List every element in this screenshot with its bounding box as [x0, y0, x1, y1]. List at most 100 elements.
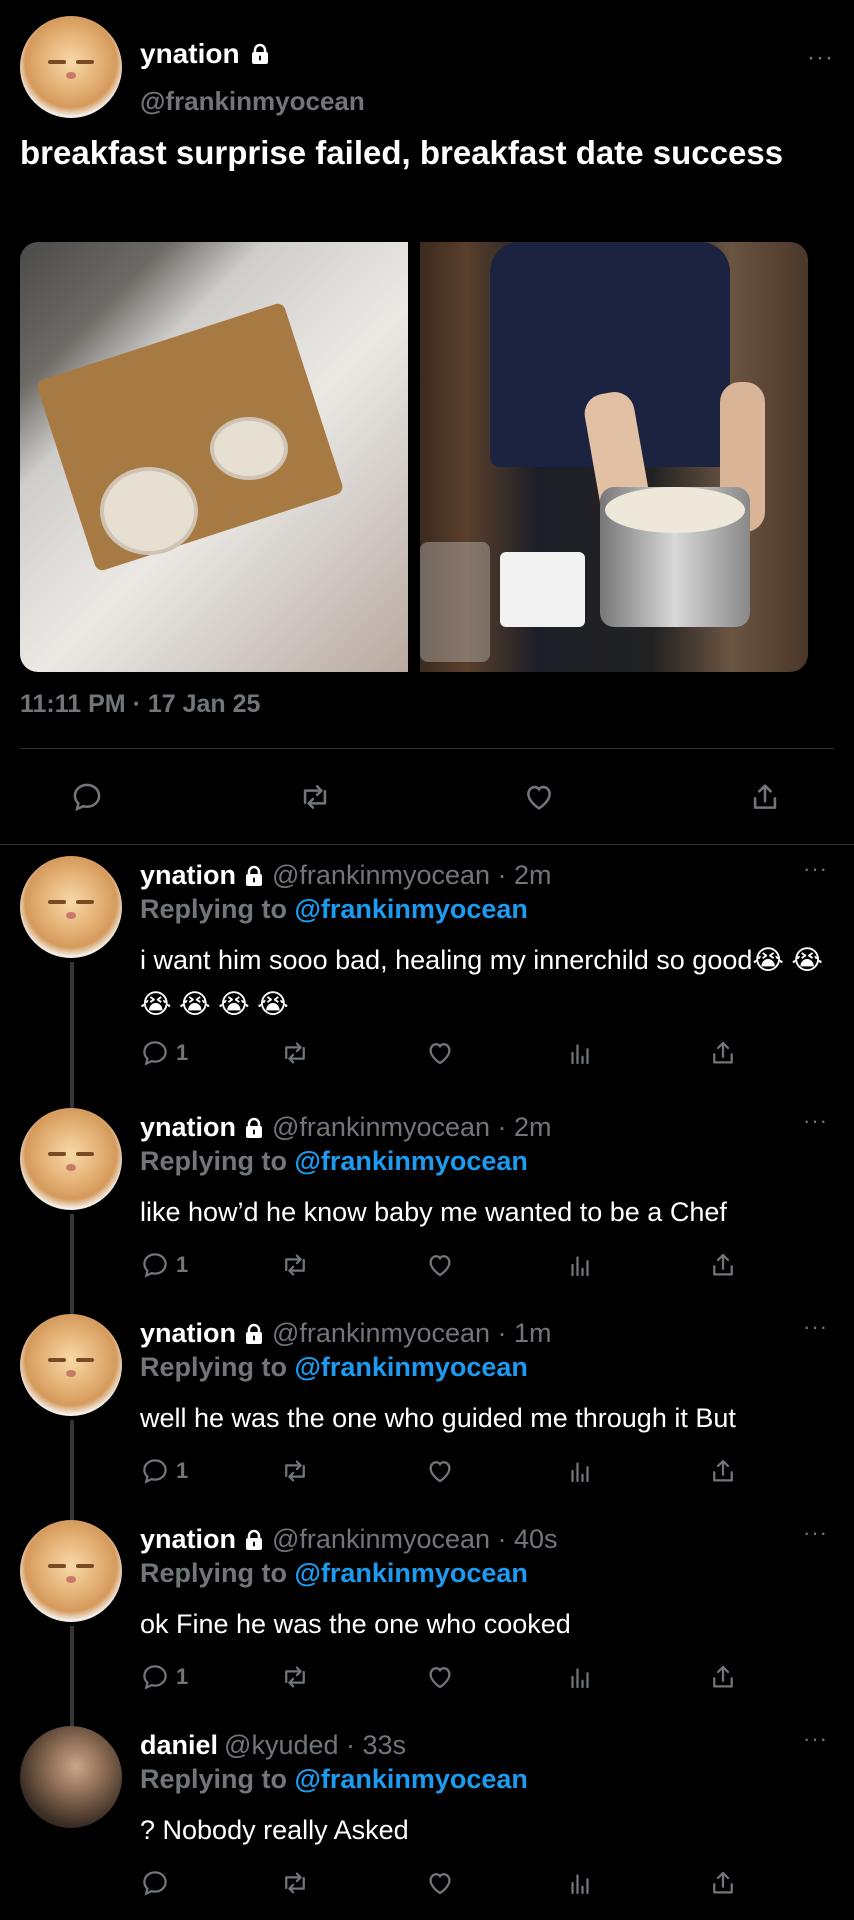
cooking-pot-photo[interactable]	[420, 242, 808, 672]
like-button[interactable]	[425, 1868, 455, 1898]
author-name[interactable]: ynation	[140, 860, 236, 891]
retweet-button[interactable]	[280, 1038, 310, 1068]
like-button[interactable]	[522, 780, 556, 814]
tweet-media[interactable]	[20, 242, 808, 672]
heart-icon	[425, 1662, 455, 1692]
reply-actions: 1	[140, 1250, 840, 1290]
like-button[interactable]	[425, 1038, 455, 1068]
replying-to-label: Replying to	[140, 1146, 287, 1176]
heart-icon	[522, 780, 556, 814]
avatar[interactable]	[20, 1314, 122, 1416]
author-name[interactable]: ynation	[140, 1524, 236, 1555]
reply-header: ynation @frankinmyocean · 40s	[140, 1524, 558, 1555]
retweet-button[interactable]	[280, 1250, 310, 1280]
author-handle[interactable]: @frankinmyocean	[140, 86, 365, 117]
share-button[interactable]	[708, 1662, 738, 1692]
speech-bubble-icon	[140, 1250, 170, 1280]
views-button[interactable]	[565, 1662, 595, 1692]
retweet-icon	[298, 780, 332, 814]
author-handle-time[interactable]: @frankinmyocean · 40s	[272, 1524, 558, 1555]
avatar[interactable]	[20, 856, 122, 958]
reply-text: like how’d he know baby me wanted to be …	[140, 1197, 727, 1227]
more-options-icon[interactable]: ···	[803, 1520, 828, 1546]
more-options-icon[interactable]: ···	[803, 1108, 828, 1134]
author-handle-time[interactable]: @frankinmyocean · 2m	[272, 1112, 552, 1143]
views-button[interactable]	[565, 1038, 595, 1068]
breakfast-tray-photo[interactable]	[20, 242, 408, 672]
replying-to-link[interactable]: @frankinmyocean	[295, 1146, 528, 1176]
reply-tweet[interactable]: ynation @frankinmyocean · 1m ··· Replyin…	[0, 1314, 854, 1520]
reply-button[interactable]	[140, 1868, 176, 1898]
more-options-icon[interactable]: ···	[803, 1314, 828, 1340]
speech-bubble-icon	[70, 780, 104, 814]
author-name[interactable]: daniel	[140, 1730, 218, 1761]
replying-to-link[interactable]: @frankinmyocean	[295, 1558, 528, 1588]
retweet-button[interactable]	[280, 1662, 310, 1692]
share-button[interactable]	[748, 780, 782, 814]
avatar[interactable]	[20, 1520, 122, 1622]
views-button[interactable]	[565, 1868, 595, 1898]
replying-to-link[interactable]: @frankinmyocean	[295, 1764, 528, 1794]
lock-icon	[242, 1322, 266, 1346]
speech-bubble-icon	[140, 1038, 170, 1068]
author-name[interactable]: ynation	[140, 1112, 236, 1143]
divider	[20, 748, 834, 749]
tweet-timestamp[interactable]: 11:11 PM · 17 Jan 25	[20, 690, 260, 719]
retweet-button[interactable]	[280, 1868, 310, 1898]
reply-button[interactable]: 1	[140, 1038, 188, 1068]
retweet-button[interactable]	[298, 780, 332, 814]
reply-actions: 1	[140, 1038, 840, 1078]
avatar[interactable]	[20, 1726, 122, 1828]
replying-to-label: Replying to	[140, 1558, 287, 1588]
reply-actions	[140, 1868, 840, 1908]
author-handle-time[interactable]: @frankinmyocean · 1m	[272, 1318, 552, 1349]
author-handle-time[interactable]: @kyuded · 33s	[224, 1730, 406, 1761]
reply-button[interactable]: 1	[140, 1662, 188, 1692]
reply-actions: 1	[140, 1662, 840, 1702]
like-button[interactable]	[425, 1662, 455, 1692]
reply-button[interactable]	[70, 780, 104, 814]
avatar[interactable]	[20, 16, 122, 118]
bar-chart-icon	[565, 1868, 595, 1898]
reply-tweet[interactable]: ynation @frankinmyocean · 2m ··· Replyin…	[0, 1108, 854, 1314]
author-name-row[interactable]: ynation	[140, 38, 272, 70]
author-handle-time[interactable]: @frankinmyocean · 2m	[272, 860, 552, 891]
share-icon	[708, 1250, 738, 1280]
reply-tweet[interactable]: daniel @kyuded · 33s ··· Replying to @fr…	[0, 1726, 854, 1920]
more-options-icon[interactable]: ···	[803, 856, 828, 882]
tweet-actions	[0, 770, 854, 830]
reply-button[interactable]: 1	[140, 1456, 188, 1486]
speech-bubble-icon	[140, 1868, 170, 1898]
replying-to-link[interactable]: @frankinmyocean	[295, 894, 528, 924]
retweet-button[interactable]	[280, 1456, 310, 1486]
share-button[interactable]	[708, 1456, 738, 1486]
reply-button[interactable]: 1	[140, 1250, 188, 1280]
like-button[interactable]	[425, 1456, 455, 1486]
retweet-icon	[280, 1456, 310, 1486]
share-button[interactable]	[708, 1038, 738, 1068]
share-icon	[708, 1662, 738, 1692]
reply-header: ynation @frankinmyocean · 1m	[140, 1318, 552, 1349]
heart-icon	[425, 1250, 455, 1280]
more-options-icon[interactable]: ···	[807, 44, 834, 72]
more-options-icon[interactable]: ···	[803, 1726, 828, 1752]
replying-to-link[interactable]: @frankinmyocean	[295, 1352, 528, 1382]
speech-bubble-icon	[140, 1456, 170, 1486]
heart-icon	[425, 1038, 455, 1068]
share-button[interactable]	[708, 1868, 738, 1898]
heart-icon	[425, 1456, 455, 1486]
views-button[interactable]	[565, 1456, 595, 1486]
reply-header: ynation @frankinmyocean · 2m	[140, 1112, 552, 1143]
reply-tweet[interactable]: ynation @frankinmyocean · 40s ··· Replyi…	[0, 1520, 854, 1726]
author-name[interactable]: ynation	[140, 38, 240, 70]
reply-text: ? Nobody really Asked	[140, 1815, 409, 1845]
like-button[interactable]	[425, 1250, 455, 1280]
author-name[interactable]: ynation	[140, 1318, 236, 1349]
reply-tweet[interactable]: ynation @frankinmyocean · 2m ··· Replyin…	[0, 856, 854, 1092]
replying-to-label: Replying to	[140, 894, 287, 924]
avatar[interactable]	[20, 1108, 122, 1210]
share-button[interactable]	[708, 1250, 738, 1280]
views-button[interactable]	[565, 1250, 595, 1280]
reply-text: well he was the one who guided me throug…	[140, 1403, 736, 1433]
heart-icon	[425, 1868, 455, 1898]
